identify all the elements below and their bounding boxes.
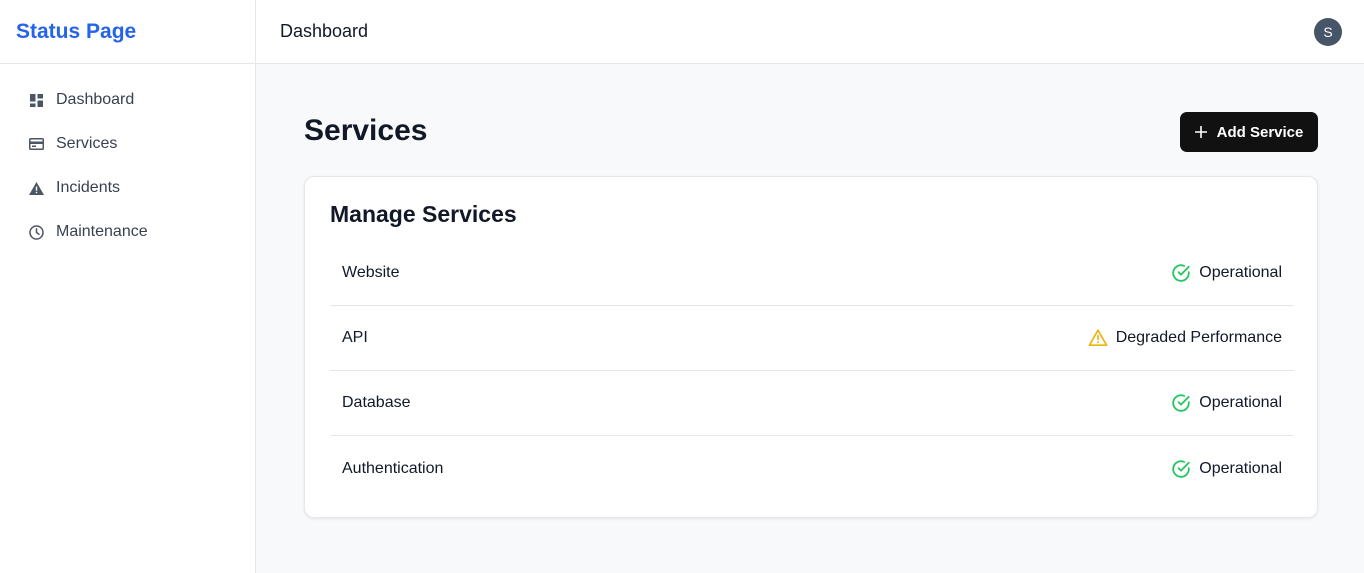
sidebar-item-label: Maintenance <box>56 223 148 240</box>
status-text: Degraded Performance <box>1115 329 1282 346</box>
sidebar-item-dashboard[interactable]: Dashboard <box>0 78 255 122</box>
add-service-button[interactable]: Add Service <box>1180 112 1318 152</box>
server-icon <box>28 136 44 152</box>
status-text: Operational <box>1199 394 1282 411</box>
brand-title[interactable]: Status Page <box>16 20 136 44</box>
service-name: API <box>342 329 368 346</box>
page-title: Services <box>304 114 428 147</box>
service-name: Authentication <box>342 459 444 477</box>
sidebar-item-label: Incidents <box>56 179 121 196</box>
service-name: Website <box>342 264 400 281</box>
check-circle-icon <box>1171 459 1191 479</box>
status-badge: Operational <box>1171 393 1282 413</box>
service-name: Database <box>342 394 411 411</box>
sidebar-item-services[interactable]: Services <box>0 122 255 166</box>
services-list: Website Operational API Degraded Perform… <box>330 241 1294 501</box>
status-badge: Degraded Performance <box>1088 328 1282 348</box>
breadcrumb: Dashboard <box>280 21 369 41</box>
card-title: Manage Services <box>330 201 517 227</box>
status-badge: Operational <box>1171 263 1282 283</box>
avatar[interactable]: S <box>1314 18 1342 46</box>
sidebar-item-maintenance[interactable]: Maintenance <box>0 210 255 254</box>
list-item[interactable]: Database Operational <box>330 371 1294 436</box>
dashboard-grid-icon <box>28 92 44 108</box>
list-item[interactable]: API Degraded Performance <box>330 306 1294 371</box>
check-circle-icon <box>1171 263 1191 283</box>
sidebar: Status Page Dashboard Services Incidents… <box>0 0 256 573</box>
list-item[interactable]: Website Operational <box>330 241 1294 306</box>
plus-icon <box>1194 126 1207 138</box>
sidebar-item-incidents[interactable]: Incidents <box>0 166 255 210</box>
clock-icon <box>28 224 44 240</box>
status-text: Operational <box>1199 264 1282 281</box>
top-header: Dashboard S <box>256 0 1364 64</box>
warning-triangle-icon <box>1088 328 1108 348</box>
status-text: Operational <box>1199 459 1282 477</box>
warning-triangle-icon <box>28 180 44 196</box>
sidebar-item-label: Dashboard <box>56 91 135 108</box>
sidebar-nav: Dashboard Services Incidents Maintenance <box>0 64 255 254</box>
status-badge: Operational <box>1171 459 1282 479</box>
manage-services-card: Manage Services Website Operational API … <box>304 176 1318 518</box>
list-item[interactable]: Authentication Operational <box>330 436 1294 501</box>
brand: Status Page <box>0 0 255 64</box>
sidebar-item-label: Services <box>56 135 118 152</box>
add-service-label: Add Service <box>1216 123 1304 141</box>
check-circle-icon <box>1171 393 1191 413</box>
